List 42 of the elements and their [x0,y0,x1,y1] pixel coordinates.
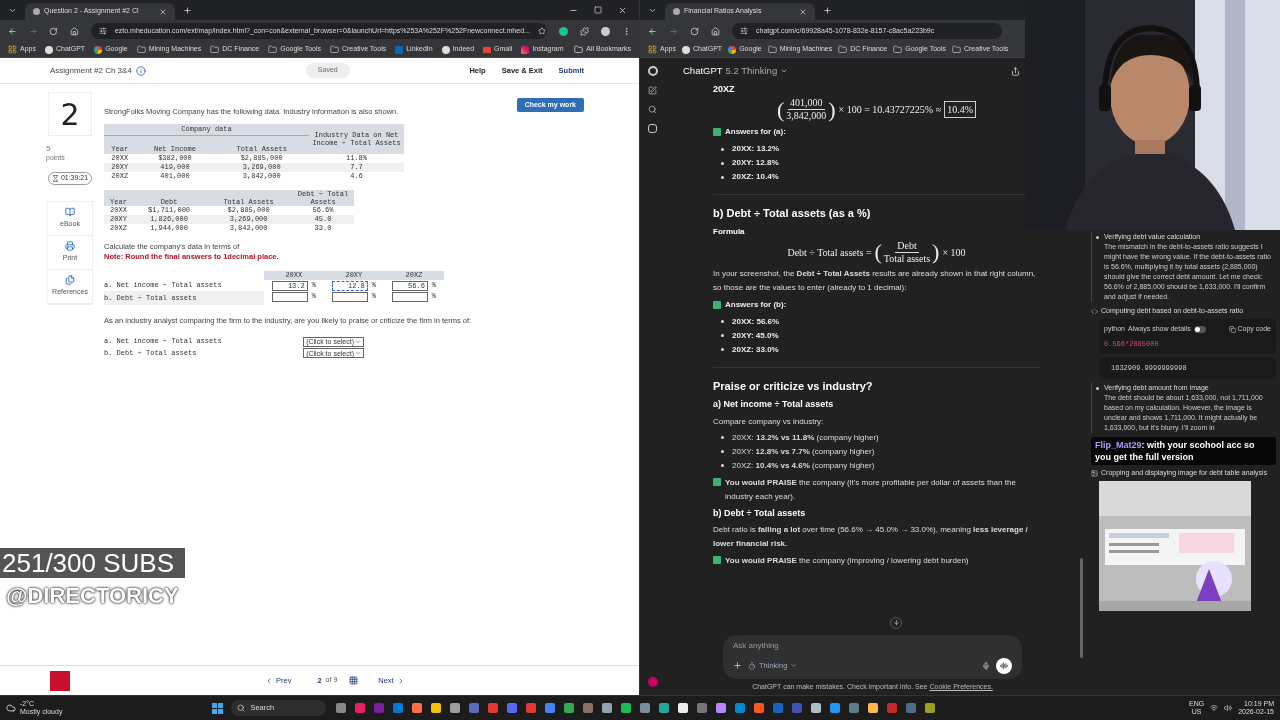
parenthesis: ) [932,241,940,263]
boxed-answer: 10.4% [944,101,977,118]
stream-chat-message: Flip_Mat29: with your scohool acc so you get the full version [1091,437,1276,465]
parenthesis: ( [776,98,785,121]
message-field[interactable]: Ask anything [733,639,1012,652]
numerator: Debt [895,239,919,253]
model-selector[interactable]: ChatGPT 5.2 Thinking [683,63,789,79]
formula-right: × 100 [942,245,966,260]
subscriber-counter: 251/300 SUBS [0,548,185,578]
answer-item: 20XY: 45.0% [732,329,779,342]
paragraph: Compare company vs industry: [713,415,825,428]
channel-handle: @DIRECTORICY [5,582,180,610]
subsection-heading: b) Debt ÷ Total assets [713,506,807,520]
answer-item: 20XZ: 10.4% [732,171,779,183]
verdict-text: You would PRAISE the company (it's more profitable per dollar of assets than the industry each year). [725,476,1017,503]
denominator: Total assets [883,252,931,265]
section-heading: 20XZ [713,84,736,95]
answer-item: 20XY: 12.8% [732,157,779,169]
question-number: 2 [48,92,92,136]
points-value: 5 [46,144,52,153]
parenthesis: ( [874,241,882,263]
comparison-item: 20XZ: 10.4% vs 4.6% (company higher) [732,459,875,472]
assignment-title: Assignment #2 Ch 3&4 [50,64,132,77]
answer-item: 20XZ: 33.0% [732,343,779,356]
numerator: 401,000 [788,97,825,110]
answer-item: 20XX: 56.6% [732,315,780,328]
section-heading: b) Debt ÷ Total assets (as a %) [713,206,872,221]
subsection-heading: a) Net income ÷ Total assets [713,398,835,411]
verdict-text: You would PRAISE the company (improving / lowering debt burden) [725,555,969,567]
answer-heading: Answers for (a): [725,126,786,138]
equation-result: × 100 = 10.43727225% ≈ [838,103,942,117]
denominator: 3,842,000 [786,110,827,122]
formula-left: Debt ÷ Total assets = [787,245,872,260]
comparison-item: 20XY: 12.8% vs 7.7% (company higher) [732,445,875,458]
answer-item: 20XX: 13.2% [732,143,780,155]
comparison-item: 20XX: 13.2% vs 11.8% (company higher) [732,431,879,444]
paragraph: Debt ratio is falling a lot over time (56.6% → 45.0% → 33.0%), meaning less leverage / lower financial risk. [713,524,1029,550]
paragraph: In your screenshot, the Debt ÷ Total Assets results are already shown in that right column, so those are the values to enter (already to 1 decimal): [713,267,1037,294]
formula-label: Formula [713,225,746,238]
section-heading: Praise or criticize vs industry? [713,378,874,394]
parenthesis: ) [828,98,836,121]
answer-heading: Answers for (b): [725,298,787,311]
